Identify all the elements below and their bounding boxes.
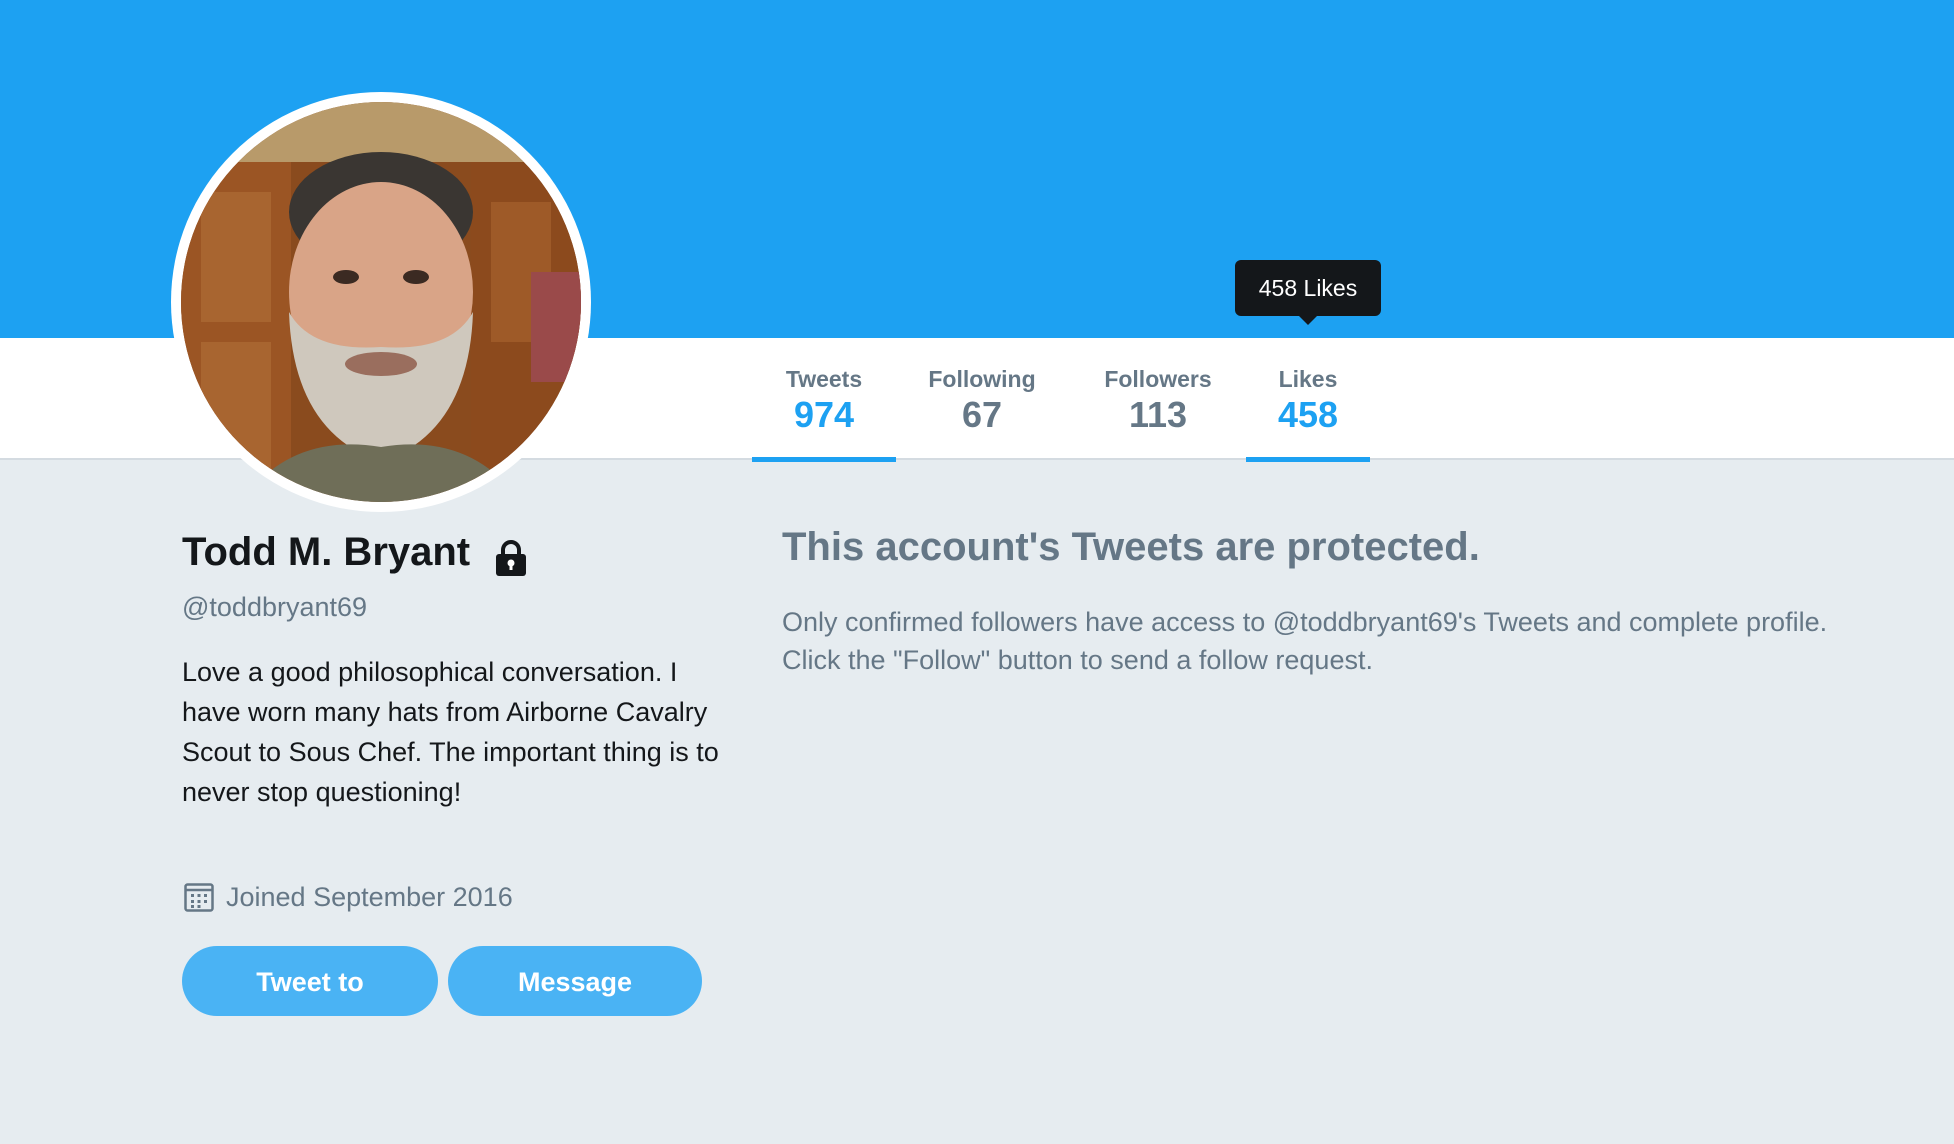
stat-following-value: 67 [961,394,1003,435]
avatar-photo [181,102,581,502]
stat-tweets-value: 974 [793,394,855,435]
protected-message: Only confirmed followers have access to … [782,603,1922,679]
message-button[interactable]: Message [448,946,702,1016]
profile-bio: Love a good philosophical conversation. … [182,657,719,807]
profile-name: Todd M. Bryant [182,530,471,574]
avatar[interactable] [181,102,581,502]
stat-likes-underline [1246,457,1370,462]
stat-likes-label: Likes [1278,366,1338,392]
calendar-icon [184,883,214,912]
joined-date: Joined September 2016 [226,882,513,912]
stat-likes-value: 458 [1277,394,1339,435]
profile-handle[interactable]: @toddbryant69 [182,592,367,623]
stat-followers-label: Followers [1104,366,1212,392]
stat-followers-value: 113 [1128,394,1188,435]
protected-message-line-2: Click the "Follow" button to send a foll… [782,645,1373,675]
stat-tweets-label: Tweets [785,366,863,392]
likes-tooltip-arrow [1298,315,1318,325]
protected-title: This account's Tweets are protected. [782,525,1480,569]
stat-tweets[interactable]: Tweets 974 [752,338,896,462]
stat-followers[interactable]: Followers 113 [1088,338,1228,460]
stat-likes[interactable]: Likes 458 [1246,338,1370,462]
protected-message-line-1: Only confirmed followers have access to … [782,607,1828,637]
stat-following[interactable]: Following 67 [914,338,1050,460]
stat-following-label: Following [928,366,1036,392]
stat-tweets-underline [752,457,896,462]
tweet-to-button[interactable]: Tweet to [182,946,438,1016]
lock-icon [496,540,526,576]
likes-tooltip: 458 Likes [1235,260,1381,316]
